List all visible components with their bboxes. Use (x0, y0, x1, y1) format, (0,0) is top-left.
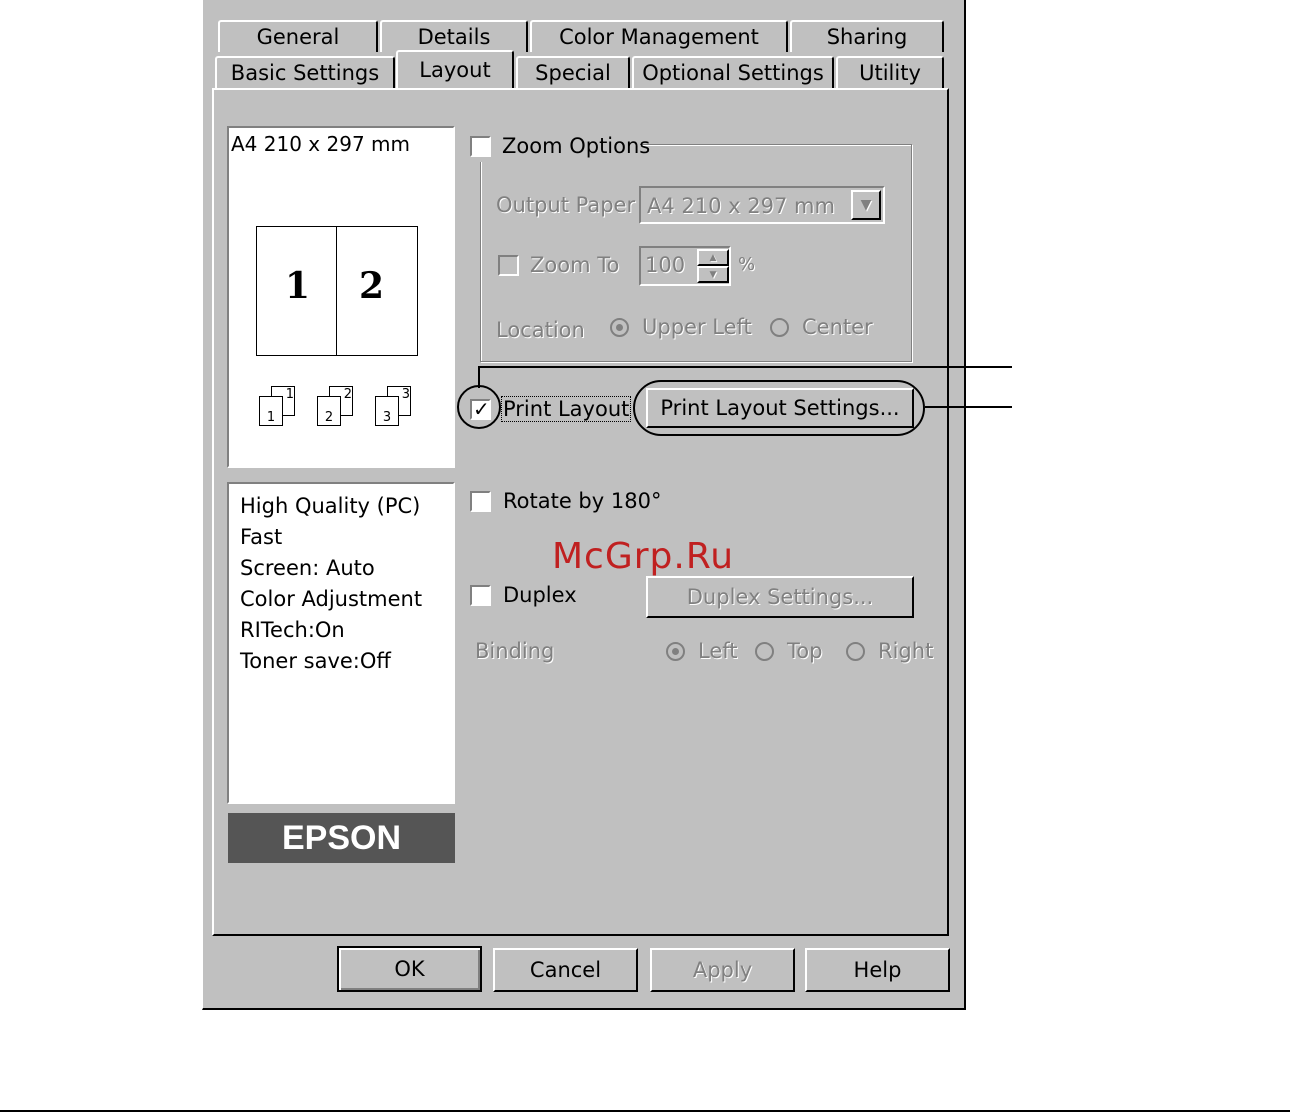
binding-top-radio[interactable] (755, 642, 774, 661)
settings-summary-list: High Quality (PC) Fast Screen: Auto Colo… (227, 482, 455, 804)
list-item: Toner save:Off (240, 649, 391, 673)
tab-sharing[interactable]: Sharing (790, 20, 944, 52)
duplex-checkbox[interactable] (470, 585, 491, 606)
upper-left-radio[interactable] (610, 318, 629, 337)
duplex-label: Duplex (503, 583, 577, 607)
tab-color-management[interactable]: Color Management (530, 20, 788, 52)
zoom-to-spinner[interactable]: 100 ▲ ▼ (639, 246, 731, 286)
binding-top-label: Top (787, 639, 823, 663)
list-item: Screen: Auto (240, 556, 375, 580)
epson-logo: EPSON (228, 813, 455, 863)
chevron-down-icon: ▼ (860, 197, 872, 213)
list-item: RITech:On (240, 618, 345, 642)
callout-ellipse (633, 380, 925, 436)
zoom-to-label: Zoom To (530, 253, 620, 277)
tab-utility[interactable]: Utility (836, 56, 944, 88)
tab-special[interactable]: Special (516, 56, 630, 88)
paper-size-label: A4 210 x 297 mm (231, 132, 410, 156)
dropdown-button[interactable]: ▼ (851, 190, 881, 220)
page-number-1: 1 (285, 265, 311, 307)
tab-basic-settings[interactable]: Basic Settings (215, 56, 395, 88)
callout-circle (457, 385, 501, 429)
zoom-to-checkbox[interactable] (498, 255, 519, 276)
callout-line (478, 366, 1012, 368)
list-item: High Quality (PC) (240, 494, 421, 518)
output-paper-label: Output Paper (496, 193, 636, 217)
zoom-to-value: 100 (645, 253, 686, 277)
spin-up-button[interactable]: ▲ (697, 249, 729, 266)
rotate-checkbox[interactable] (470, 491, 491, 512)
zoom-options-checkbox[interactable] (470, 136, 491, 157)
watermark-text: McGrp.Ru (552, 536, 735, 577)
copy-3-icon: 3 3 (373, 386, 417, 426)
location-label: Location (496, 318, 585, 342)
list-item: Fast (240, 525, 283, 549)
help-button[interactable]: Help (805, 948, 950, 992)
apply-button[interactable]: Apply (650, 948, 795, 992)
copy-2-icon: 2 2 (315, 386, 359, 426)
tab-layout[interactable]: Layout (396, 50, 514, 88)
arrow-down-icon: ▼ (709, 269, 717, 280)
tab-details[interactable]: Details (380, 20, 528, 52)
list-item: Color Adjustment (240, 587, 423, 611)
rotate-label: Rotate by 180° (503, 489, 662, 513)
binding-label: Binding (475, 639, 555, 663)
binding-left-label: Left (698, 639, 738, 663)
cancel-button[interactable]: Cancel (493, 948, 638, 992)
spin-down-button[interactable]: ▼ (697, 266, 729, 283)
percent-label: % (738, 254, 756, 275)
arrow-up-icon: ▲ (709, 252, 717, 263)
binding-right-radio[interactable] (846, 642, 865, 661)
output-paper-select[interactable]: A4 210 x 297 mm ▼ (639, 186, 885, 224)
zoom-options-label: Zoom Options (502, 134, 651, 158)
page-number-2: 2 (359, 265, 385, 307)
callout-line (925, 406, 1012, 408)
page-rule (0, 1110, 1290, 1112)
center-label: Center (802, 315, 873, 339)
binding-left-radio[interactable] (666, 642, 685, 661)
tab-optional-settings[interactable]: Optional Settings (632, 56, 834, 88)
paper-preview: A4 210 x 297 mm 1 2 1 1 2 2 3 3 (227, 126, 455, 468)
ok-button[interactable]: OK (337, 946, 482, 992)
callout-line (478, 366, 480, 388)
binding-right-label: Right (878, 639, 934, 663)
upper-left-label: Upper Left (642, 315, 752, 339)
tab-general[interactable]: General (218, 20, 378, 52)
layout-preview-sheet: 1 2 (256, 226, 418, 356)
center-radio[interactable] (770, 318, 789, 337)
output-paper-value: A4 210 x 297 mm (647, 194, 835, 218)
print-layout-label: Print Layout (500, 396, 632, 422)
duplex-settings-button[interactable]: Duplex Settings... (646, 576, 914, 618)
copy-1-icon: 1 1 (257, 386, 301, 426)
